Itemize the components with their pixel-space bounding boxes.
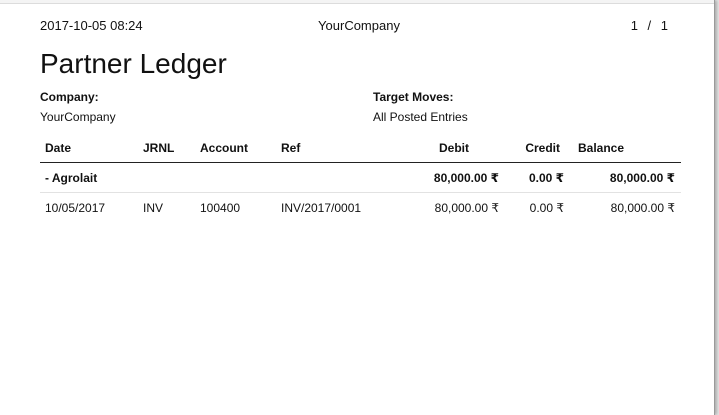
group-balance: 80,000.00 ₹ (570, 162, 681, 193)
line-jrnl: INV (143, 200, 164, 215)
line-date: 10/05/2017 (45, 200, 106, 215)
table-header-row: Date JRNL Account Ref Debit Credit Balan… (40, 134, 681, 163)
group-debit: 80,000.00 ₹ (388, 162, 505, 193)
line-debit: 80,000.00 ₹ (434, 200, 499, 215)
col-jrnl: JRNL (138, 134, 195, 163)
target-moves-value: All Posted Entries (373, 110, 468, 124)
company-value: YourCompany (40, 110, 116, 124)
col-date: Date (40, 134, 138, 163)
page-counter: 1 / 1 (630, 18, 668, 33)
group-credit: 0.00 ₹ (505, 162, 570, 193)
col-account: Account (195, 134, 276, 163)
header-company: YourCompany (318, 18, 400, 33)
partner-name: - Agrolait (40, 162, 388, 193)
col-balance: Balance (570, 134, 681, 163)
ledger-table: Date JRNL Account Ref Debit Credit Balan… (40, 134, 681, 222)
col-credit: Credit (505, 134, 570, 163)
line-credit: 0.00 ₹ (529, 200, 564, 215)
col-debit: Debit (388, 134, 505, 163)
col-ref: Ref (276, 134, 388, 163)
table-row: 10/05/2017 INV 100400 INV/2017/0001 80,0… (40, 193, 681, 223)
line-ref: INV/2017/0001 (281, 200, 362, 215)
report-page: 2017-10-05 08:24 YourCompany 1 / 1 Partn… (0, 0, 715, 415)
target-moves-label: Target Moves: (373, 90, 454, 104)
page-top-edge (0, 0, 714, 4)
document-viewer: 2017-10-05 08:24 YourCompany 1 / 1 Partn… (0, 0, 719, 415)
line-balance: 80,000.00 ₹ (610, 200, 675, 215)
report-title: Partner Ledger (40, 48, 227, 79)
partner-group-row: - Agrolait 80,000.00 ₹ 0.00 ₹ 80,000.00 … (40, 162, 681, 193)
line-account: 100400 (200, 200, 241, 215)
company-label: Company: (40, 90, 99, 104)
